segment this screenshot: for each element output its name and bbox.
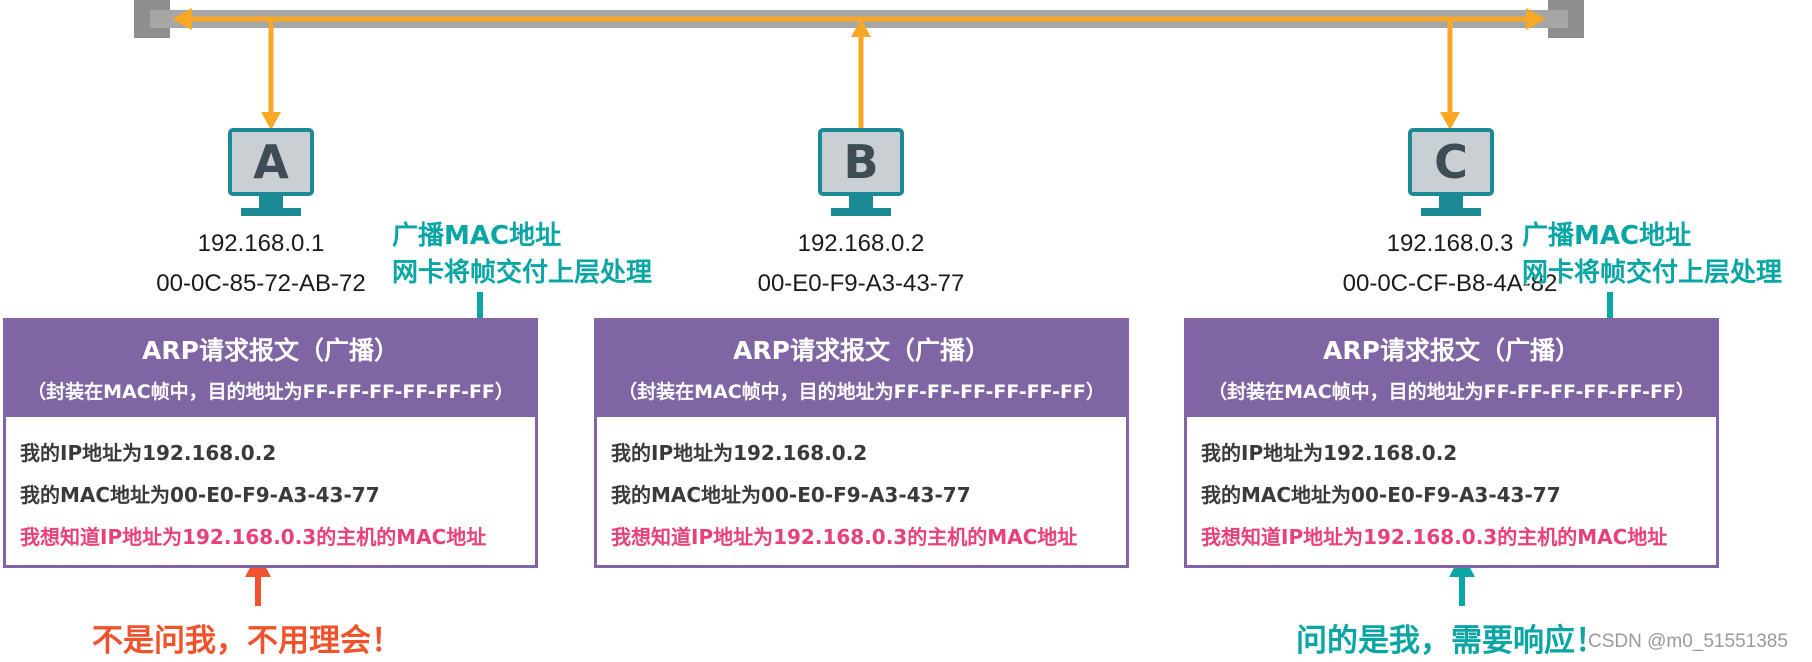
- arp-box-subtitle: （封装在MAC帧中，目的地址为FF-FF-FF-FF-FF-FF）: [27, 381, 514, 403]
- host-a-computer-icon: A: [228, 128, 314, 233]
- monitor-stand: [259, 196, 283, 208]
- arp-box-header: ARP请求报文（广播） （封装在MAC帧中，目的地址为FF-FF-FF-FF-F…: [597, 321, 1126, 417]
- broadcast-note-line2: 网卡将帧交付上层处理: [392, 258, 653, 288]
- host-c-computer-icon: C: [1408, 128, 1494, 233]
- broadcast-note-line1: 广播MAC地址: [392, 221, 562, 251]
- ignore-callout: 不是问我，不用理会！: [92, 623, 402, 659]
- arp-box-header: ARP请求报文（广播） （封装在MAC帧中，目的地址为FF-FF-FF-FF-F…: [6, 321, 535, 417]
- arp-sender-mac: 我的MAC地址为00-E0-F9-A3-43-77: [1201, 483, 1561, 507]
- arp-box-title: ARP请求报文（广播）: [142, 336, 399, 365]
- arp-target-query: 我想知道IP地址为192.168.0.3的主机的MAC地址: [611, 525, 1078, 549]
- broadcast-note-line1: 广播MAC地址: [1522, 221, 1692, 251]
- host-a-mac: 00-0C-85-72-AB-72: [156, 270, 366, 297]
- host-c-letter: C: [1408, 128, 1494, 196]
- arp-sender-ip: 我的IP地址为192.168.0.2: [611, 441, 868, 465]
- host-b-computer-icon: B: [818, 128, 904, 233]
- arp-box-subtitle: （封装在MAC帧中，目的地址为FF-FF-FF-FF-FF-FF）: [618, 381, 1105, 403]
- host-a-letter: A: [228, 128, 314, 196]
- arp-target-query: 我想知道IP地址为192.168.0.3的主机的MAC地址: [1201, 525, 1668, 549]
- host-c-ip: 192.168.0.3: [1386, 230, 1514, 257]
- arp-sender-ip: 我的IP地址为192.168.0.2: [1201, 441, 1458, 465]
- arp-target-query: 我想知道IP地址为192.168.0.3的主机的MAC地址: [20, 525, 487, 549]
- arp-sender-mac: 我的MAC地址为00-E0-F9-A3-43-77: [20, 483, 380, 507]
- host-b-letter: B: [818, 128, 904, 196]
- arp-sender-ip: 我的IP地址为192.168.0.2: [20, 441, 277, 465]
- arp-box-title: ARP请求报文（广播）: [733, 336, 990, 365]
- broadcast-note-line2: 网卡将帧交付上层处理: [1522, 258, 1783, 288]
- host-a-ip: 192.168.0.1: [197, 230, 325, 257]
- arp-request-box-a: ARP请求报文（广播） （封装在MAC帧中，目的地址为FF-FF-FF-FF-F…: [3, 318, 538, 568]
- arp-request-box-c: ARP请求报文（广播） （封装在MAC帧中，目的地址为FF-FF-FF-FF-F…: [1184, 318, 1719, 568]
- monitor-stand: [849, 196, 873, 208]
- broadcast-note-c: 广播MAC地址 网卡将帧交付上层处理: [1522, 218, 1782, 292]
- monitor-base: [241, 208, 301, 216]
- watermark: CSDN @m0_51551385: [1588, 631, 1788, 652]
- monitor-stand: [1439, 196, 1463, 208]
- host-b-ip: 192.168.0.2: [797, 230, 925, 257]
- respond-callout: 问的是我，需要响应！: [1296, 623, 1606, 659]
- monitor-base: [1421, 208, 1481, 216]
- arp-box-subtitle: （封装在MAC帧中，目的地址为FF-FF-FF-FF-FF-FF）: [1208, 381, 1695, 403]
- arp-box-header: ARP请求报文（广播） （封装在MAC帧中，目的地址为FF-FF-FF-FF-F…: [1187, 321, 1716, 417]
- host-b-mac: 00-E0-F9-A3-43-77: [757, 270, 965, 297]
- monitor-base: [831, 208, 891, 216]
- broadcast-note-a: 广播MAC地址 网卡将帧交付上层处理: [392, 218, 652, 292]
- arp-request-box-b: ARP请求报文（广播） （封装在MAC帧中，目的地址为FF-FF-FF-FF-F…: [594, 318, 1129, 568]
- arp-sender-mac: 我的MAC地址为00-E0-F9-A3-43-77: [611, 483, 971, 507]
- arp-box-title: ARP请求报文（广播）: [1323, 336, 1580, 365]
